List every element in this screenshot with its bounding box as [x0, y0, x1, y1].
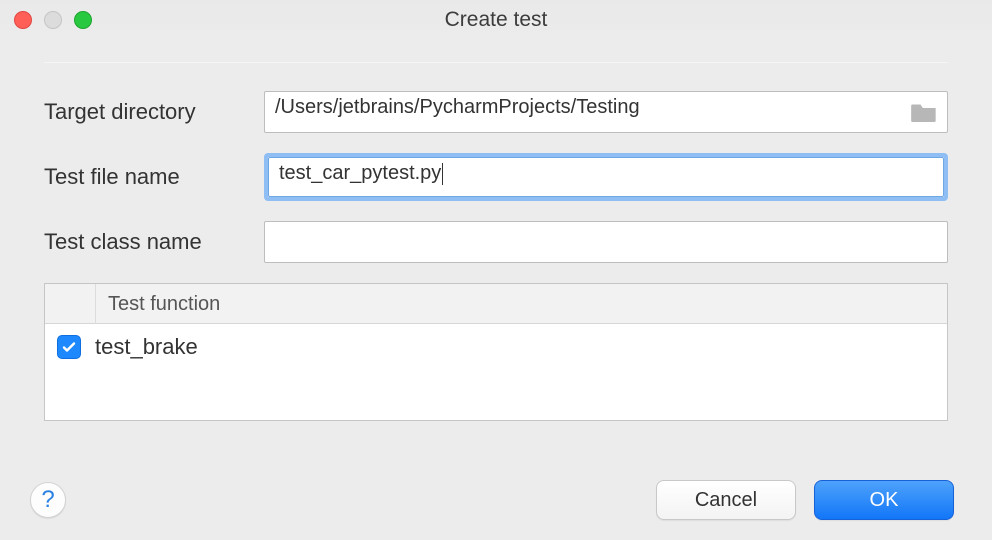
dialog-content: Target directory /Users/jetbrains/Pychar…: [0, 40, 992, 421]
help-button[interactable]: ?: [30, 482, 66, 518]
target-directory-field-wrap: /Users/jetbrains/PycharmProjects/Testing: [264, 91, 948, 133]
checkbox-icon[interactable]: [57, 335, 81, 359]
test-functions-table: Test function test_brake: [44, 283, 948, 421]
row-test-file-name: Test file name test_car_pytest.py: [44, 153, 948, 201]
target-directory-label: Target directory: [44, 99, 264, 125]
table-row[interactable]: test_brake: [45, 324, 947, 370]
window-title: Create test: [0, 8, 992, 32]
test-file-name-label: Test file name: [44, 164, 264, 190]
minimize-window-icon: [44, 11, 62, 29]
divider: [44, 62, 948, 63]
test-class-name-input[interactable]: [264, 221, 948, 263]
folder-icon[interactable]: [910, 101, 938, 123]
test-file-name-input[interactable]: test_car_pytest.py: [268, 157, 944, 197]
text-caret: [442, 163, 443, 185]
test-file-name-value: test_car_pytest.py: [279, 162, 441, 184]
target-directory-value: /Users/jetbrains/PycharmProjects/Testing: [275, 96, 640, 118]
table-header: Test function: [45, 284, 947, 324]
target-directory-input[interactable]: /Users/jetbrains/PycharmProjects/Testing: [264, 91, 948, 133]
test-class-name-label: Test class name: [44, 229, 264, 255]
title-bar: Create test: [0, 0, 992, 40]
close-window-icon[interactable]: [14, 11, 32, 29]
row-test-class-name: Test class name: [44, 221, 948, 263]
ok-button[interactable]: OK: [814, 480, 954, 520]
zoom-window-icon[interactable]: [74, 11, 92, 29]
column-test-function: Test function: [95, 284, 220, 324]
cancel-button[interactable]: Cancel: [656, 480, 796, 520]
window-controls: [14, 11, 92, 29]
row-target-directory: Target directory /Users/jetbrains/Pychar…: [44, 91, 948, 133]
test-function-name: test_brake: [95, 334, 198, 360]
test-file-name-field-wrap: test_car_pytest.py: [264, 153, 948, 201]
dialog-footer: ? Cancel OK: [30, 480, 954, 520]
test-class-name-field-wrap: [264, 221, 948, 263]
